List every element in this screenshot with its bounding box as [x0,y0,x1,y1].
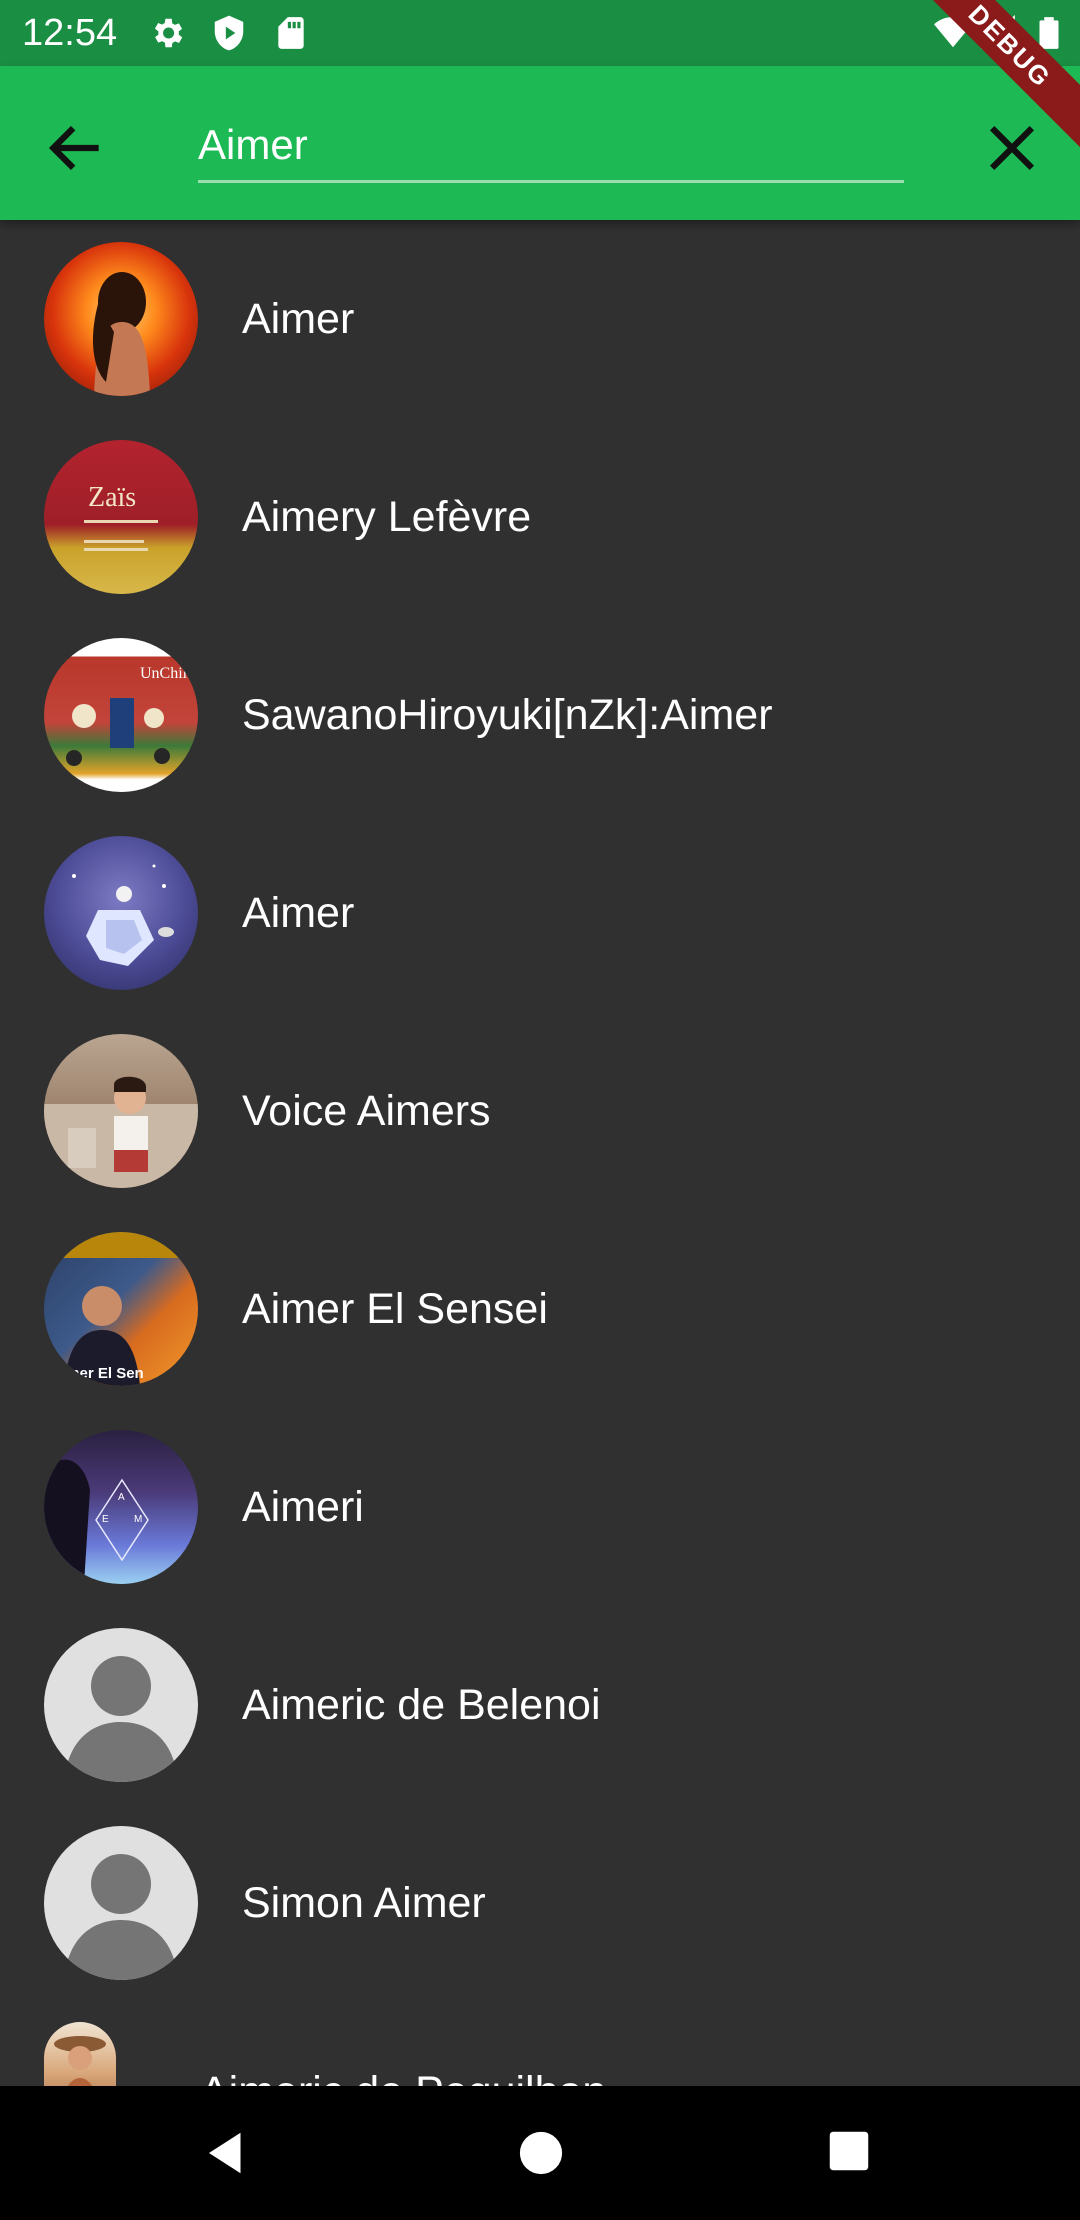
artist-avatar: A E M [44,1430,198,1584]
shield-play-icon [214,15,244,51]
nav-recents-icon[interactable] [828,2130,870,2172]
artist-name: SawanoHiroyuki[nZk]:Aimer [242,691,773,739]
arrow-back-icon[interactable] [42,114,110,182]
default-person-avatar [44,1628,198,1782]
album-title-text: Zaïs [88,482,136,513]
search-app-bar [0,66,1080,220]
artist-name: Aimer El Sensei [242,1285,548,1333]
search-input[interactable] [198,110,904,183]
artist-name: Voice Aimers [242,1087,491,1135]
artist-name: Aimeric de Belenoi [242,1681,601,1729]
list-item[interactable]: Voice Aimers [0,1012,1080,1210]
artist-avatar: imer El Sen [44,1232,198,1386]
artist-avatar [44,2022,116,2086]
artist-avatar [44,242,198,396]
artist-name: Aimery Lefèvre [242,493,532,541]
list-item[interactable]: Zaïs Aimery Lefèvre [0,418,1080,616]
artist-name: Aimer [242,295,355,343]
list-item[interactable]: Simon Aimer [0,1804,1080,2002]
nav-back-icon[interactable] [200,2126,254,2180]
artist-results-list[interactable]: Aimer Zaïs Aimery Lefèvre UnChild Sawano… [0,220,1080,2086]
list-item[interactable]: imer El Sen Aimer El Sensei [0,1210,1080,1408]
close-icon[interactable] [978,114,1046,182]
poster-text: imer El Sen [62,1365,144,1382]
logo-text: A [118,1492,125,1503]
list-item[interactable]: Aimeric de Peguilhan [0,2022,1080,2086]
logo-text: M [134,1514,142,1525]
system-nav-bar [0,2086,1080,2220]
list-item[interactable]: Aimer [0,220,1080,418]
default-person-avatar [44,1826,198,1980]
artist-name: Aimer [242,889,355,937]
album-title-text: UnChild [140,665,195,682]
nav-home-icon[interactable] [518,2130,564,2176]
artist-avatar [44,1034,198,1188]
list-item[interactable]: Aimeric de Belenoi [0,1606,1080,1804]
artist-avatar: UnChild [44,638,198,792]
artist-name: Simon Aimer [242,1879,486,1927]
artist-name: Aimeri [242,1483,364,1531]
status-time: 12:54 [22,12,118,54]
sd-card-icon [278,17,304,49]
artist-avatar [44,836,198,990]
list-item[interactable]: UnChild SawanoHiroyuki[nZk]:Aimer [0,616,1080,814]
artist-name: Aimeric de Peguilhan [200,2022,606,2086]
settings-gear-icon [154,18,183,48]
status-bar: 12:54 [0,0,1080,66]
artist-avatar: Zaïs [44,440,198,594]
list-item[interactable]: A E M Aimeri [0,1408,1080,1606]
list-item[interactable]: Aimer [0,814,1080,1012]
logo-text: E [102,1514,109,1525]
